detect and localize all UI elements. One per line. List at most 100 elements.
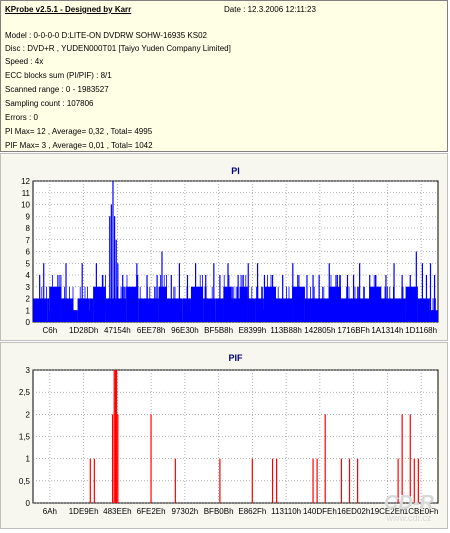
pi-y-tick-label: 2 [26,295,31,304]
pi-noise-bar [384,286,386,322]
pi-spike-bar [81,263,83,322]
pi-noise-bar [34,298,35,322]
pi-noise-bar [286,286,287,322]
pif-spike-bar [271,458,274,503]
pi-noise-bar [297,275,298,322]
pi-noise-bar [234,298,236,322]
pi-noise-bar [221,298,223,322]
pi-noise-bar [40,310,41,322]
pi-noise-bar [288,286,290,322]
pif-spike-bar [276,458,278,503]
pi-noise-bar [120,286,122,322]
pi-noise-bar [71,310,73,322]
pi-spike-bar [421,263,423,322]
pi-noise-bar [365,298,367,322]
pi-noise-bar [294,286,296,322]
pi-noise-bar [381,298,382,322]
pi-spike-bar [328,263,330,322]
pi-noise-bar [295,286,297,322]
pif-y-tick-label: 1,5 [19,433,31,442]
pif-spike-bar [117,414,119,503]
pi-spike-bar [122,275,124,322]
pi-noise-bar [239,298,241,322]
pi-noise-bar [60,275,62,322]
pi-spike-bar [195,263,197,322]
pif-y-tick-label: 0 [26,499,31,508]
pi-noise-bar [310,286,311,322]
pi-noise-bar [265,286,267,322]
pi-noise-bar [222,298,224,322]
pi-noise-bar [159,298,160,322]
pi-noise-bar [408,298,410,322]
pi-noise-bar [363,286,364,322]
pi-noise-bar [33,298,34,322]
pi-noise-bar [73,310,75,322]
pi-noise-bar [165,298,166,322]
pi-noise-bar [198,298,200,322]
pi-spike-bar [271,275,274,322]
pi-spike-bar [95,263,97,322]
pi-noise-bar [245,275,247,322]
pi-spike-bar [359,263,361,322]
pi-noise-bar [304,286,305,322]
pi-noise-bar [153,310,154,322]
pi-x-tick-label: 96E30h [171,326,199,335]
pi-spike-bar [117,263,119,322]
pi-spike-bar [114,216,116,322]
pi-noise-bar [307,310,309,322]
pi-spike-bar [186,275,189,322]
pi-noise-bar [323,286,325,322]
pi-spike-bar [213,263,215,322]
pi-spike-bar [375,275,377,322]
pi-spike-bar [409,275,411,322]
pi-noise-bar [90,298,92,322]
pi-x-tick-label: 6EE78h [137,326,165,335]
pi-y-tick-label: 0 [26,318,31,327]
pi-noise-bar [151,298,153,322]
pif-spike-bar [93,458,95,503]
pi-noise-bar [321,310,322,322]
pi-noise-bar [157,310,159,322]
pi-noise-bar [331,286,333,322]
pi-noise-bar [309,310,310,322]
pi-noise-bar [419,298,421,322]
pi-noise-bar [251,286,253,322]
pi-noise-bar [181,310,183,322]
pi-spike-bar [43,263,45,322]
pi-noise-bar [69,286,70,322]
pi-noise-bar [63,298,64,322]
pi-noise-bar [313,286,315,322]
pi-spike-bar [336,275,338,322]
app-title: KProbe v2.5.1 - Designed by Karr [5,5,132,14]
pi-noise-bar [372,286,374,322]
pi-spike-bar [205,275,207,322]
pi-noise-bar [407,286,409,322]
pif-spike-bar [116,370,118,503]
pi-spike-bar [112,181,114,322]
pif-x-tick-label: 6Ah [43,507,57,516]
pi-noise-bar [301,286,303,322]
pi-spike-bar [110,204,112,322]
info-sampling-count: Sampling count : 107806 [5,99,94,108]
pi-noise-bar [36,310,38,322]
pi-noise-bar [417,286,418,322]
pi-noise-bar [378,286,380,322]
pi-noise-bar [184,310,185,322]
pi-noise-bar [270,275,272,322]
pi-noise-bar [322,286,323,322]
pi-noise-bar [277,286,279,322]
pi-noise-bar [37,298,39,322]
pi-spike-bar [306,275,308,322]
pi-noise-bar [202,275,203,322]
pi-noise-bar [371,298,373,322]
pi-noise-bar [163,275,165,322]
pi-noise-bar [355,298,357,322]
pi-noise-bar [276,310,278,322]
pi-spike-bar [346,275,349,322]
pi-noise-bar [319,310,321,322]
pi-noise-bar [99,298,100,322]
pi-noise-bar [429,310,430,322]
pi-noise-bar [424,298,425,322]
pi-noise-bar [231,286,232,322]
pi-noise-bar [94,286,95,322]
